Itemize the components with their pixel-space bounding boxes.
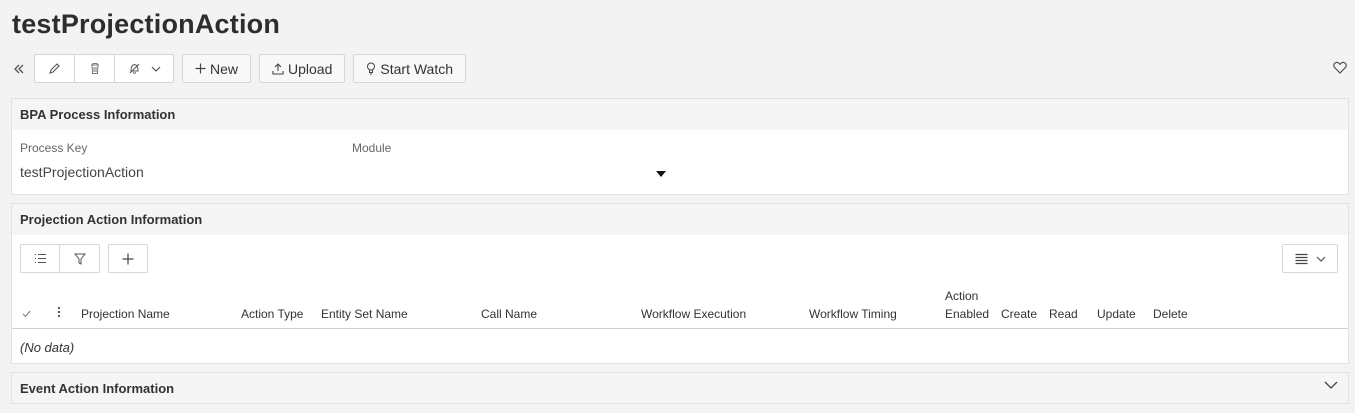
list-icon [34,253,47,264]
column-header-action-enabled[interactable]: Enabled [945,307,989,321]
record-actions-group [34,54,174,83]
table-toolbar [20,244,148,273]
column-header-entity-set-name[interactable]: Entity Set Name [321,307,408,321]
column-header-update[interactable]: Update [1097,307,1136,321]
column-header-action-enabled-top: Action [945,289,979,303]
panel-title: BPA Process Information [12,99,1348,130]
panel-title: Event Action Information [12,373,1348,403]
list-details-button[interactable] [21,245,60,272]
new-button-label: New [210,60,239,77]
table-view-menu-button[interactable] [1282,244,1338,273]
column-header-projection-name[interactable]: Projection Name [81,307,170,321]
column-header-create[interactable]: Create [1001,307,1037,321]
panel-title: Projection Action Information [12,204,1348,235]
new-button[interactable]: New [182,54,252,83]
heart-icon[interactable] [1333,61,1349,77]
edit-button[interactable] [35,55,75,82]
start-watch-button[interactable]: Start Watch [353,54,467,83]
select-all-checkmark-icon[interactable] [22,310,31,318]
column-header-read[interactable]: Read [1049,307,1078,321]
table-header-divider [12,328,1348,329]
delete-button[interactable] [75,55,115,82]
chevron-down-icon[interactable] [1324,381,1338,389]
column-header-call-name[interactable]: Call Name [481,307,537,321]
lightbulb-icon [366,62,376,75]
event-action-panel[interactable]: Event Action Information [11,372,1349,404]
command-toolbar: New Upload Start Watch [10,54,467,83]
column-header-action-type[interactable]: Action Type [241,307,303,321]
filter-button[interactable] [60,245,99,272]
plus-icon [122,253,134,265]
upload-button[interactable]: Upload [259,54,346,83]
empty-table-message: (No data) [20,340,75,355]
start-watch-button-label: Start Watch [380,60,454,77]
module-field[interactable] [352,164,662,182]
upload-icon [272,62,284,75]
pencil-icon [48,62,61,75]
dropdown-arrow-icon[interactable] [656,171,666,177]
chevron-down-icon [151,66,161,72]
upload-button-label: Upload [288,60,333,77]
column-header-workflow-timing[interactable]: Workflow Timing [809,307,897,321]
column-header-delete[interactable]: Delete [1153,307,1188,321]
chevron-down-icon [1316,256,1326,262]
approval-dropdown-button[interactable] [115,55,173,82]
process-key-field[interactable]: testProjectionAction [20,164,144,180]
page-title: testProjectionAction [12,9,281,39]
module-label: Module [352,141,392,155]
plus-icon [195,63,206,74]
table-tools-group [20,244,100,273]
column-header-workflow-execution[interactable]: Workflow Execution [641,307,746,321]
process-key-label: Process Key [20,141,88,155]
trash-icon [89,62,101,75]
bpa-process-panel: BPA Process Information Process Key test… [11,98,1349,195]
column-menu-icon[interactable] [57,306,61,318]
projection-action-panel: Projection Action Information Projection… [11,203,1349,364]
double-chevron-left-icon[interactable] [10,54,28,83]
add-row-button[interactable] [108,244,148,273]
bell-icon [128,62,141,75]
filter-icon [73,253,86,265]
table-lines-icon [1295,253,1308,265]
